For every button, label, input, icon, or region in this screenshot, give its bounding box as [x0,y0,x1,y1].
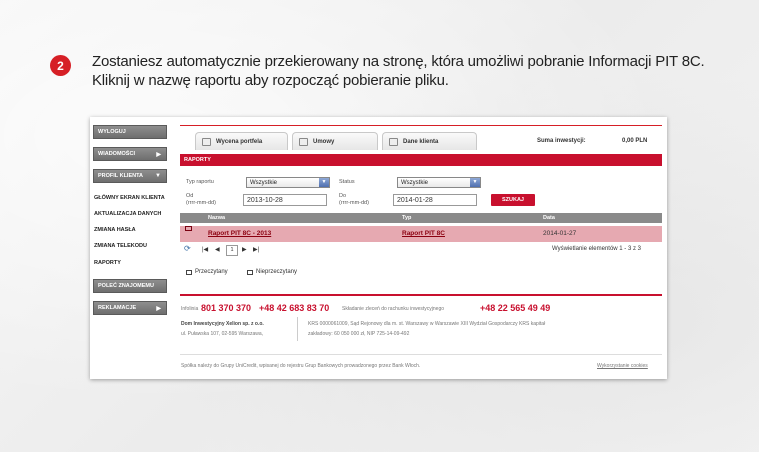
instruction-text: Zostaniesz automatycznie przekierowany n… [92,52,732,90]
date-to-hint: (rrrr-mm-dd) [339,200,369,206]
date-from-input[interactable]: 2013-10-28 [243,194,327,206]
open-envelope-icon [186,269,192,275]
investment-sum-label: Suma inwestycji: [537,138,586,144]
client-profile-label: PROFIL KLIENTA [98,173,144,179]
cookies-link[interactable]: Wykorzystanie cookies [597,363,648,369]
prev-page-icon[interactable]: ◀ [215,246,220,253]
report-date: 2014-01-27 [543,230,577,237]
company-name: Dom Inwestycyjny Xelion sp. z o.o. [181,321,264,327]
id-card-icon [389,137,398,146]
envelope-icon [185,226,192,231]
next-page-icon[interactable]: ▶ [242,246,247,253]
tab-client-data[interactable]: Dane klienta [382,132,477,150]
pencil-icon [299,137,308,146]
last-page-icon[interactable]: ▶| [253,246,259,253]
status-select[interactable]: Wszystkie ▼ [397,177,481,188]
legend-unread: Nieprzeczytany [247,269,297,275]
sidebar-item-main-screen[interactable]: GŁÓWNY EKRAN KLIENTA [94,195,165,201]
group-info: Spółka należy do Grupy UniCredit, wpisan… [181,363,421,369]
refresh-icon[interactable]: ⟳ [184,244,191,253]
orders-label: Składanie zleceń do rachunku inwestycyjn… [342,306,445,312]
chevron-down-icon: ▼ [319,178,329,187]
messages-button[interactable]: WIADOMOŚCI ▶ [93,147,167,161]
date-from-hint: (rrrr-mm-dd) [186,200,216,206]
instruction-line-2: Kliknij w nazwę raportu aby rozpocząć po… [92,72,449,89]
instruction-line-1: Zostaniesz automatycznie przekierowany n… [92,53,705,70]
hotline-number-2: +48 42 683 83 70 [259,303,330,313]
messages-label: WIADOMOŚCI [98,151,135,157]
sidebar-item-change-telecode[interactable]: ZMIANA TELEKODU [94,243,147,249]
status-label: Status [339,179,355,185]
tab-portfolio[interactable]: Wycena portfela [195,132,288,150]
recommend-friend-button[interactable]: POLEĆ ZNAJOMEMU [93,279,167,293]
page-number-input[interactable]: 1 [226,245,238,256]
screenshot-frame: WYLOGUJ WIADOMOŚCI ▶ PROFIL KLIENTA ▼ GŁÓW… [90,117,667,379]
complaints-button[interactable]: REKLAMACJE ▶ [93,301,167,315]
footer-divider [180,294,662,296]
capital-info: zakładowy: 60 050 000 zł, NIP 725-14-09-… [308,331,410,337]
footer-separator [297,317,298,341]
table-header: Nazwa Typ Data [180,213,662,223]
legend-unread-label: Nieprzeczytany [256,269,298,275]
first-page-icon[interactable]: |◀ [202,246,208,253]
krs-info: KRS 0000061009, Sąd Rejonowy dla m. st. … [308,321,546,327]
envelope-icon [247,269,253,275]
column-header-name: Nazwa [208,215,226,221]
column-header-type: Typ [402,215,412,221]
date-from-label: Od [186,193,194,199]
legend-read: Przeczytany [186,269,228,275]
company-address: ul. Puławska 107, 02-595 Warszawa, [181,331,264,337]
tab-agreements-label: Umowy [313,138,335,145]
orders-number: +48 22 565 49 49 [480,303,551,313]
report-type-select[interactable]: Wszystkie ▼ [246,177,330,188]
tab-portfolio-label: Wycena portfela [216,138,263,145]
arrow-down-icon: ▼ [155,173,161,179]
recommend-friend-label: POLEĆ ZNAJOMEMU [98,283,154,289]
hotline-number-1: 801 370 370 [201,303,252,313]
pagination-summary: Wyświetlanie elementów 1 - 3 z 3 [552,246,641,252]
legend-read-label: Przeczytany [195,269,228,275]
logout-label: WYLOGUJ [98,129,126,135]
date-to-input[interactable]: 2014-01-28 [393,194,477,206]
search-button[interactable]: SZUKAJ [491,194,535,206]
tab-client-data-label: Dane klienta [403,138,439,145]
hotline-label: Infolinia [181,306,199,312]
investment-sum-value: 0,00 PLN [622,138,648,144]
reports-section-header: RAPORTY [180,154,662,166]
pagination: ⟳ |◀ ◀ 1 ▶ ▶| Wyświetlanie elementów 1 -… [180,243,662,257]
sidebar: WYLOGUJ WIADOMOŚCI ▶ PROFIL KLIENTA ▼ GŁÓW… [90,117,170,337]
sidebar-item-update-data[interactable]: AKTUALIZACJA DANYCH [94,211,161,217]
logout-button[interactable]: WYLOGUJ [93,125,167,139]
step-number-badge: 2 [50,55,71,76]
sidebar-item-change-password[interactable]: ZMIANA HASŁA [94,227,136,233]
arrow-right-icon: ▶ [156,152,161,158]
client-profile-button[interactable]: PROFIL KLIENTA ▼ [93,169,167,183]
table-row[interactable]: Raport PIT 8C - 2013 Raport PIT 8C 2014-… [180,226,662,242]
top-divider [180,125,662,126]
report-type-link[interactable]: Raport PIT 8C [402,230,445,237]
sidebar-item-reports[interactable]: RAPORTY [94,260,121,266]
date-to-label: Do [339,193,347,199]
complaints-label: REKLAMACJE [98,305,137,311]
column-header-date: Data [543,215,555,221]
wallet-icon [202,137,211,146]
report-type-value: Wszystkie [250,180,277,186]
tab-agreements[interactable]: Umowy [292,132,378,150]
report-name-link[interactable]: Raport PIT 8C - 2013 [208,230,271,237]
report-type-label: Typ raportu [186,179,214,185]
chevron-down-icon: ▼ [470,178,480,187]
arrow-right-icon: ▶ [156,306,161,312]
footer-bottom-divider [180,354,662,355]
status-value: Wszystkie [401,180,428,186]
